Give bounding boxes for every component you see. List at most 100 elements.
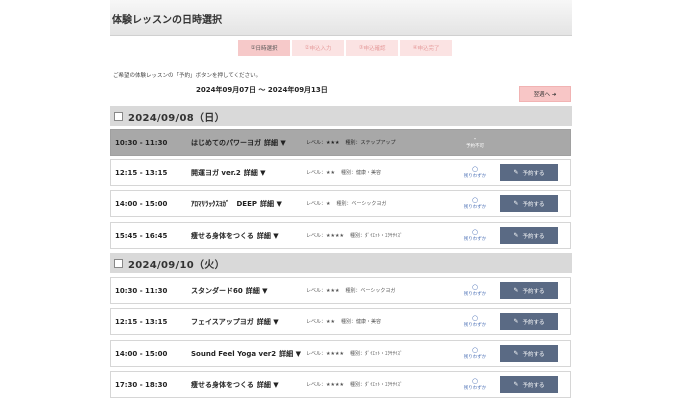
reserve-label: 予約する	[522, 319, 545, 326]
lesson-info: レベル：★★★ 種別：ベーシックヨガ	[306, 287, 395, 294]
detail-toggle[interactable]: 詳細 ▼	[264, 139, 286, 147]
reserve-button[interactable]: ✎ 予約する	[500, 345, 558, 362]
availability-text: 予約不可	[466, 143, 484, 149]
availability-status: ○ 残りわずか	[461, 313, 489, 329]
lesson-time: 10:30 - 11:30	[115, 286, 168, 295]
availability-text: 残りわずか	[463, 291, 487, 297]
detail-toggle[interactable]: 詳細 ▼	[244, 169, 266, 177]
availability-mark: ○	[471, 195, 479, 204]
lesson-level: レベル：★	[306, 201, 331, 207]
lesson-info: レベル：★★★★ 種別：ﾀﾞｲｴｯﾄ・ｴｸｻｻｲｽﾞ	[306, 381, 402, 388]
lesson-kind: 種別：ﾀﾞｲｴｯﾄ・ｴｸｻｻｲｽﾞ	[349, 233, 403, 239]
step-label: 申込完了	[417, 46, 440, 52]
pencil-icon: ✎	[513, 200, 519, 207]
pencil-icon: ✎	[513, 287, 519, 294]
lesson-level: レベル：★★	[306, 170, 335, 176]
lesson-level: レベル：★★★★	[306, 233, 344, 239]
lesson-title: 開運ヨガ ver.2 詳細 ▼	[191, 168, 266, 178]
lesson-level: レベル：★★★	[306, 288, 340, 294]
next-week-button[interactable]: 翌週へ ➜	[519, 86, 571, 102]
lesson-title-text: はじめてのパワーヨガ	[191, 138, 261, 147]
availability-mark: ○	[471, 345, 479, 354]
lesson-kind: 種別：ベーシックヨガ	[336, 201, 387, 207]
lesson-time: 14:00 - 15:00	[115, 199, 168, 208]
pencil-icon: ✎	[513, 381, 519, 388]
instruction-text: ご希望の体験レッスンの「予約」ボタンを押してください。	[113, 73, 262, 79]
lesson-row: 14:00 - 15:00 Sound Feel Yoga ver2 詳細 ▼ レ…	[110, 340, 571, 367]
square-icon	[114, 111, 123, 121]
pencil-icon: ✎	[513, 169, 519, 176]
reserve-label: 予約する	[522, 351, 545, 358]
reserve-label: 予約する	[522, 201, 545, 208]
day-header: 2024/09/08（日）	[110, 106, 572, 126]
lesson-title: 痩せる身体をつくる 詳細 ▼	[191, 380, 279, 390]
detail-toggle[interactable]: 詳細 ▼	[279, 350, 301, 358]
step-label: 申込確認	[363, 46, 386, 52]
lesson-time: 17:30 - 18:30	[115, 380, 168, 389]
detail-toggle[interactable]: 詳細 ▼	[260, 200, 282, 208]
lesson-title-text: Sound Feel Yoga ver2	[191, 349, 277, 358]
availability-mark: -	[473, 134, 477, 143]
lesson-level: レベル：★★★★	[306, 351, 344, 357]
lesson-time: 12:15 - 13:15	[115, 317, 168, 326]
availability-status: ○ 残りわずか	[461, 345, 489, 361]
lesson-title: 痩せる身体をつくる 詳細 ▼	[191, 231, 279, 241]
reserve-label: 予約する	[522, 170, 545, 177]
availability-status: ○ 残りわずか	[461, 227, 489, 243]
lesson-title-text: 痩せる身体をつくる	[191, 380, 254, 389]
lesson-kind: 種別：ベーシックヨガ	[345, 288, 396, 294]
step-application-input: ② 申込入力	[292, 40, 344, 56]
availability-text: 残りわずか	[463, 322, 487, 328]
square-icon	[114, 258, 123, 268]
availability-status: ○ 残りわずか	[461, 195, 489, 211]
lesson-title: Sound Feel Yoga ver2 詳細 ▼	[191, 349, 301, 359]
availability-mark: ○	[471, 282, 479, 291]
detail-toggle[interactable]: 詳細 ▼	[246, 287, 268, 295]
detail-toggle[interactable]: 詳細 ▼	[257, 381, 279, 389]
page-title: 体験レッスンの日時選択	[112, 15, 222, 26]
availability-mark: ○	[471, 164, 479, 173]
lesson-kind: 種別：健康・美容	[340, 170, 381, 176]
lesson-info: レベル：★ 種別：ベーシックヨガ	[306, 200, 386, 207]
lesson-title-text: フェイスアップヨガ	[191, 317, 254, 326]
lesson-info: レベル：★★★★ 種別：ﾀﾞｲｴｯﾄ・ｴｸｻｻｲｽﾞ	[306, 350, 402, 357]
step-label: 申込入力	[309, 46, 332, 52]
lesson-level: レベル：★★	[306, 319, 335, 325]
availability-text: 残りわずか	[463, 385, 487, 391]
reserve-button[interactable]: ✎ 予約する	[500, 282, 558, 299]
lesson-row: 12:15 - 13:15 開運ヨガ ver.2 詳細 ▼ レベル：★★ 種別：健康…	[110, 159, 571, 186]
pencil-icon: ✎	[513, 232, 519, 239]
availability-mark: ○	[471, 313, 479, 322]
lesson-time: 10:30 - 11:30	[115, 138, 168, 147]
reserve-button[interactable]: ✎ 予約する	[500, 313, 558, 330]
availability-status: - 予約不可	[461, 134, 489, 150]
detail-toggle[interactable]: 詳細 ▼	[257, 318, 279, 326]
reserve-label: 予約する	[522, 382, 545, 389]
lesson-title: フェイスアップヨガ 詳細 ▼	[191, 317, 279, 327]
date-range: 2024年09月07日 ～ 2024年09月13日	[196, 86, 328, 94]
availability-text: 残りわずか	[463, 354, 487, 360]
lesson-title: はじめてのパワーヨガ 詳細 ▼	[191, 138, 286, 148]
lesson-schedule-panel: 体験レッスンの日時選択 ① 日時選択 ② 申込入力 ③ 申込確認 ④ 申込完了 ご希望の…	[110, 0, 572, 400]
availability-status: ○ 残りわずか	[461, 377, 489, 392]
reserve-button[interactable]: ✎ 予約する	[500, 227, 558, 244]
lesson-title: スタンダード60 詳細 ▼	[191, 286, 268, 296]
step-label: 日時選択	[255, 46, 278, 52]
availability-status: ○ 残りわずか	[461, 164, 489, 180]
step-application-confirm: ③ 申込確認	[346, 40, 398, 56]
reserve-button[interactable]: ✎ 予約する	[500, 195, 558, 212]
reserve-label: 予約する	[522, 233, 545, 240]
detail-toggle[interactable]: 詳細 ▼	[257, 232, 279, 240]
lesson-kind: 種別：ﾀﾞｲｴｯﾄ・ｴｸｻｻｲｽﾞ	[349, 351, 403, 357]
progress-steps: ① 日時選択 ② 申込入力 ③ 申込確認 ④ 申込完了	[238, 40, 454, 56]
day-date: 2024/09/10（火）	[128, 259, 225, 271]
lesson-level: レベル：★★★	[306, 140, 340, 146]
lesson-row: 12:15 - 13:15 フェイスアップヨガ 詳細 ▼ レベル：★★ 種別：健康・…	[110, 308, 571, 335]
availability-text: 残りわずか	[463, 204, 487, 210]
reserve-button[interactable]: ✎ 予約する	[500, 164, 558, 181]
lesson-kind: 種別：ﾀﾞｲｴｯﾄ・ｴｸｻｻｲｽﾞ	[349, 382, 403, 388]
availability-mark: ○	[471, 227, 479, 236]
lesson-row: 17:30 - 18:30 痩せる身体をつくる 詳細 ▼ レベル：★★★★ 種別：ﾀ…	[110, 371, 571, 398]
step-date-select: ① 日時選択	[238, 40, 290, 56]
reserve-button[interactable]: ✎ 予約する	[500, 376, 558, 393]
